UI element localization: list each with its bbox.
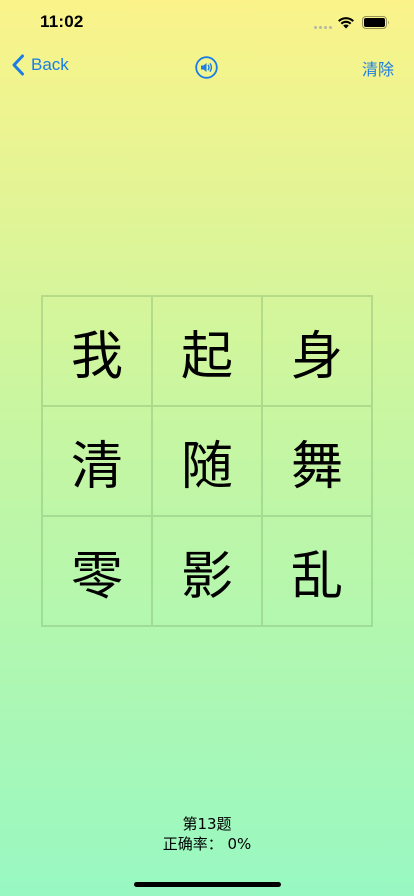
quiz-footer: 第13题 正确率： 0% (0, 814, 414, 854)
char-cell[interactable]: 我 (42, 296, 152, 406)
speaker-wave-icon[interactable] (195, 56, 218, 79)
status-time: 11:02 (40, 12, 84, 31)
char-cell[interactable]: 身 (262, 296, 372, 406)
char-cell[interactable]: 随 (152, 406, 262, 516)
char-cell[interactable]: 起 (152, 296, 262, 406)
back-button[interactable]: Back (11, 54, 69, 76)
char-cell[interactable]: 零 (42, 516, 152, 626)
accuracy-rate: 正确率： 0% (162, 835, 252, 853)
battery-icon (362, 16, 389, 29)
cellular-signal-icon (314, 26, 334, 30)
back-label: Back (31, 55, 69, 74)
char-cell[interactable]: 清 (42, 406, 152, 516)
clear-button[interactable]: 清除 (362, 56, 394, 80)
wifi-icon (338, 17, 354, 29)
status-bar: 11:02 (0, 0, 414, 46)
character-grid: 我 起 身 清 随 舞 零 影 乱 (41, 295, 373, 627)
home-indicator[interactable] (134, 882, 281, 887)
char-cell[interactable]: 乱 (262, 516, 372, 626)
chevron-left-icon (12, 54, 24, 76)
char-cell[interactable]: 舞 (262, 406, 372, 516)
question-number: 第13题 (182, 815, 232, 833)
char-cell[interactable]: 影 (152, 516, 262, 626)
